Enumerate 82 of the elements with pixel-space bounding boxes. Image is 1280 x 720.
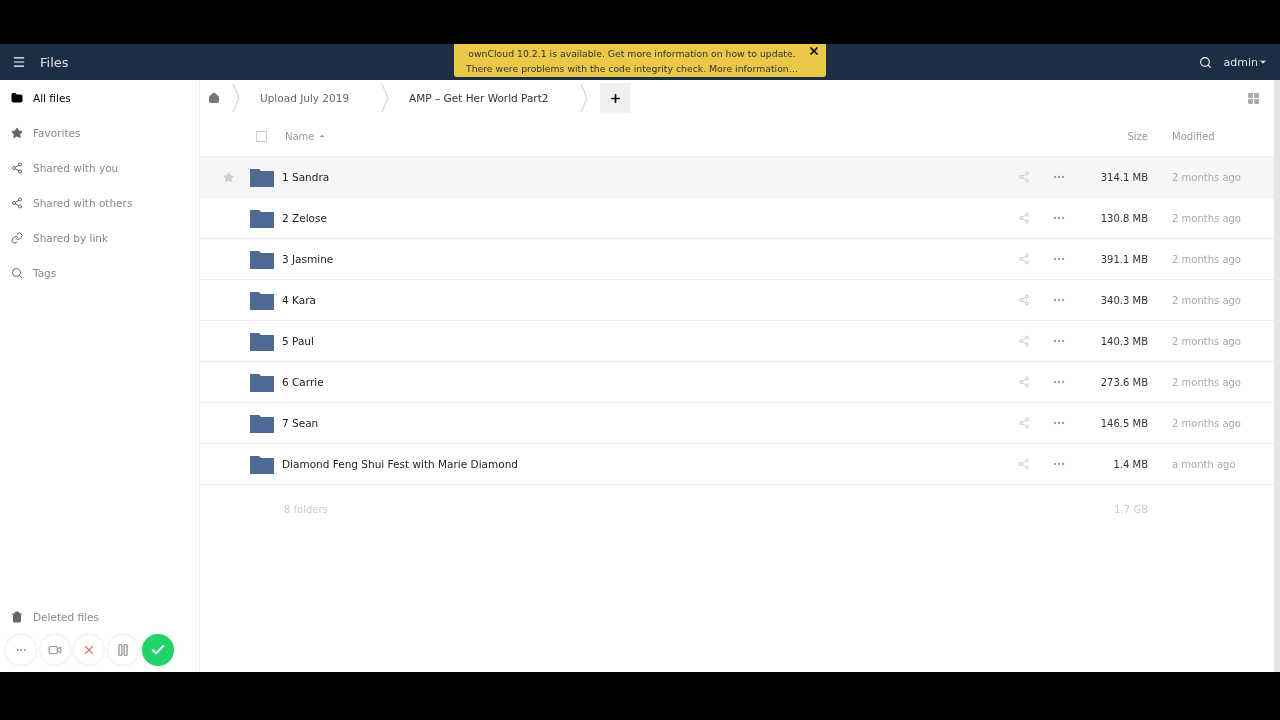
folder-icon [250,249,274,269]
search-icon [11,266,23,279]
folder-icon [250,331,274,351]
share-icon[interactable] [1018,417,1030,429]
file-size: 130.8 MB [1099,212,1148,224]
sidebar-item[interactable]: Deleted files [0,599,199,634]
sidebar-item[interactable]: Favorites [0,115,199,150]
close-icon [82,643,96,657]
share-icon[interactable] [1018,212,1030,224]
file-size: 314.1 MB [1099,171,1148,183]
share-icon[interactable] [1018,171,1030,183]
folder-icon [250,208,274,228]
sidebar-item[interactable]: Shared with you [0,150,199,185]
breadcrumb-separator [580,83,589,113]
folder-icon [250,454,274,474]
star-icon [11,126,23,139]
modified-date: 2 months ago [1171,417,1242,429]
share-icon[interactable] [1018,335,1030,347]
file-name[interactable]: 6 Carrie [282,376,1018,388]
notification-text: ownCloud 10.2.1 is available. Get more information on how to update. [468,46,796,61]
file-name[interactable]: 5 Paul [282,335,1018,347]
share-icon[interactable] [1018,458,1030,470]
file-name[interactable]: 7 Sean [282,417,1018,429]
notification-text: There were problems with the code integrity check. More information… [465,61,799,76]
sidebar-item[interactable]: Shared by link [0,220,199,255]
pause-button[interactable] [108,635,138,665]
file-name[interactable]: 2 Zelose [282,212,1018,224]
file-size: 140.3 MB [1099,335,1148,347]
share-icon [11,161,23,174]
pause-icon [116,643,130,657]
file-name[interactable]: 1 Sandra [282,171,1018,183]
home-icon[interactable] [208,92,220,104]
modified-date: 2 months ago [1171,376,1242,388]
folder-icon [11,91,23,104]
grid-view-icon[interactable] [1247,91,1260,105]
video-camera-icon [48,643,62,657]
search-icon[interactable] [1198,55,1212,69]
sidebar-item[interactable]: All files [0,80,199,115]
add-button[interactable] [600,83,631,113]
modified-date: 2 months ago [1171,294,1242,306]
sidebar-item[interactable]: Shared with others [0,185,199,220]
user-menu[interactable]: admin [1223,55,1268,69]
select-all-checkbox[interactable] [256,130,267,142]
file-row[interactable]: 1 Sandra 314.1 MB 2 months ago [200,157,1274,198]
file-name[interactable]: 3 Jasmine [282,253,1018,265]
folder-icon [250,372,274,392]
breadcrumb-link[interactable]: AMP – Get Her World Part2 [389,92,569,104]
share-icon[interactable] [1018,253,1030,265]
caret-icon [1258,57,1268,67]
file-size: 391.1 MB [1099,253,1148,265]
folder-icon [250,290,274,310]
menu-icon[interactable] [12,55,26,69]
app-title: Files [40,54,69,70]
file-name[interactable]: 4 Kara [282,294,1018,306]
trash-icon [11,610,23,623]
modified-date: 2 months ago [1171,171,1242,183]
breadcrumb-separator [232,83,240,113]
folder-icon [250,413,274,433]
file-name[interactable]: Diamond Feng Shui Fest with Marie Diamond [282,458,1018,470]
link-icon [11,231,23,244]
file-size: 273.6 MB [1099,376,1148,388]
sidebar-item[interactable]: Tags [0,255,199,290]
share-icon [11,196,23,209]
folder-icon [250,167,274,187]
plus-icon [609,91,622,105]
camera-button[interactable] [40,635,70,665]
share-icon[interactable] [1018,294,1030,306]
share-icon[interactable] [1018,376,1030,388]
file-size: 1.4 MB [1112,458,1148,470]
modified-date: 2 months ago [1171,253,1242,265]
close-button[interactable] [74,635,104,665]
breadcrumb-separator [381,83,390,113]
modified-date: a month ago [1171,458,1237,470]
modified-date: 2 months ago [1171,212,1242,224]
star-icon[interactable] [222,171,234,183]
file-size: 146.5 MB [1099,417,1148,429]
breadcrumb-link[interactable]: Upload July 2019 [240,92,370,104]
close-icon[interactable] [808,45,820,57]
confirm-button[interactable] [142,634,174,666]
sort-caret-icon [317,132,326,140]
file-size: 340.3 MB [1099,294,1148,306]
modified-date: 2 months ago [1171,335,1242,347]
